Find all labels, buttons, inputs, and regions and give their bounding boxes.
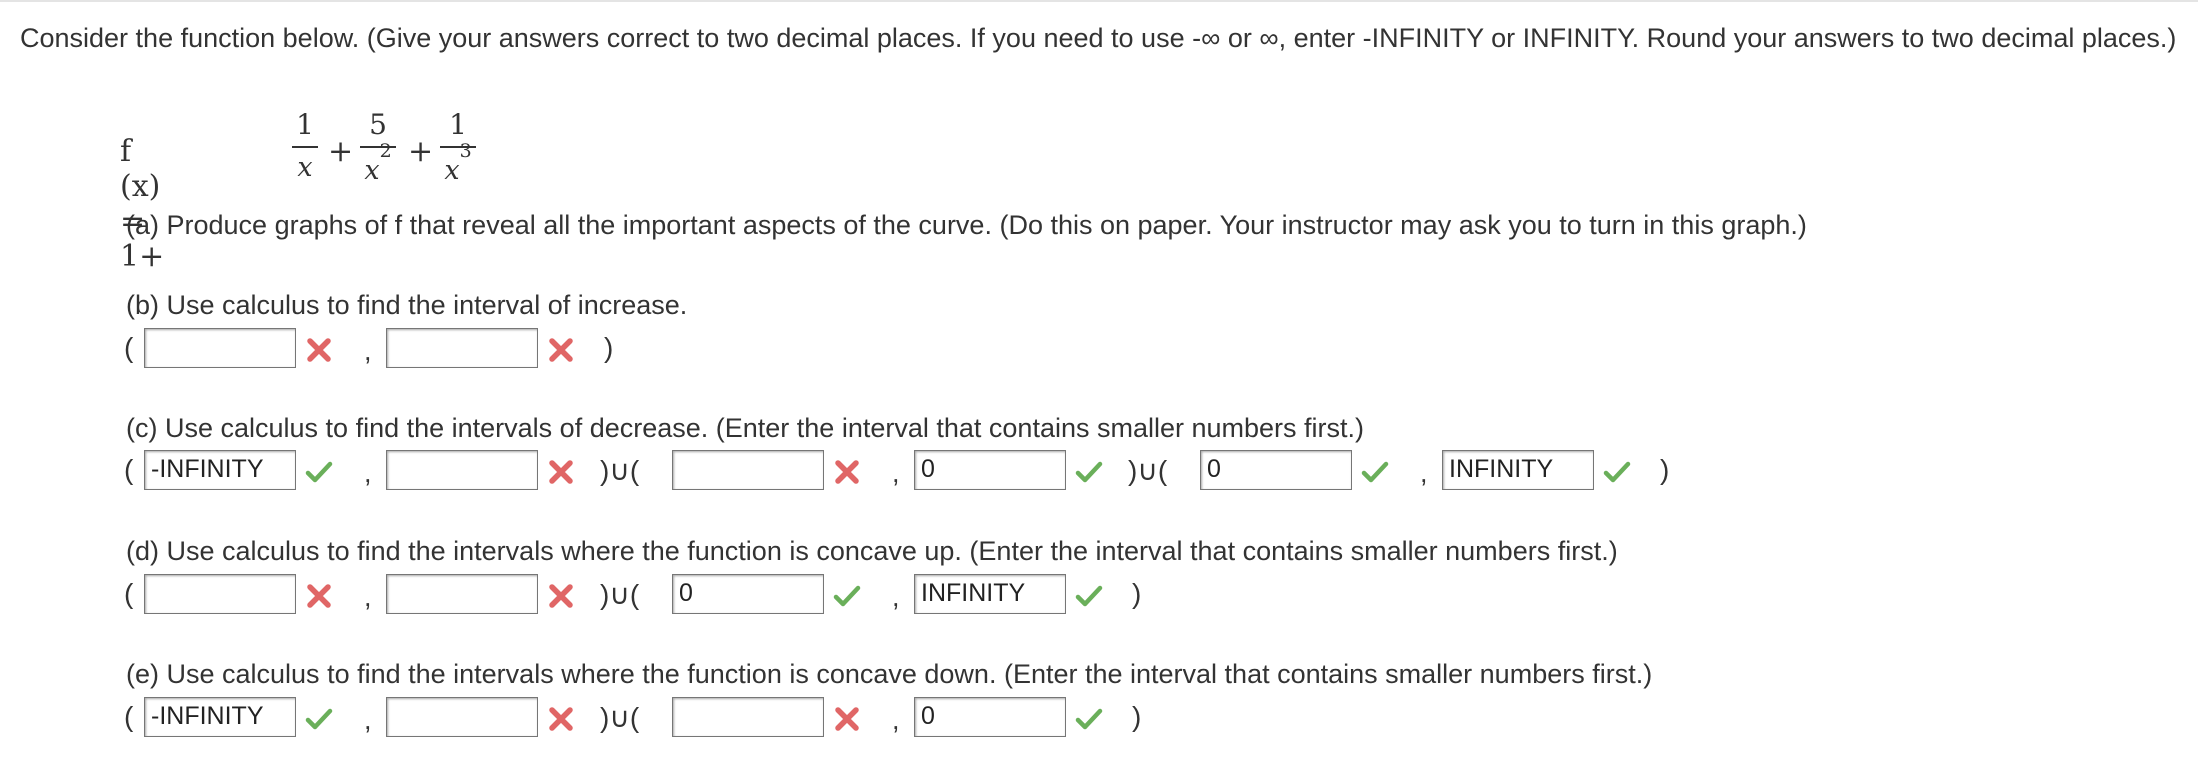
check-icon: [1075, 585, 1103, 607]
question-e: (e) Use calculus to find the intervals w…: [126, 659, 1653, 689]
instructions-text: Consider the function below. (Give your …: [20, 23, 2177, 53]
close-paren: ): [604, 332, 614, 363]
formula-lhs: f (x) = 1+: [120, 134, 165, 274]
answer-input[interactable]: [386, 697, 538, 737]
exponent: 2: [379, 140, 392, 162]
base: x: [444, 155, 460, 186]
answer-input[interactable]: [386, 574, 538, 614]
answer-input[interactable]: [386, 450, 538, 490]
open-paren: (: [124, 454, 134, 485]
check-icon: [1361, 461, 1389, 483]
cross-icon: [307, 338, 331, 362]
answer-input[interactable]: 0: [914, 697, 1066, 737]
cross-icon: [549, 707, 573, 731]
cross-icon: [549, 460, 573, 484]
comma: ,: [364, 336, 372, 366]
check-icon: [305, 708, 333, 730]
answer-input[interactable]: -INFINITY: [144, 450, 296, 490]
answer-input[interactable]: 0: [672, 574, 824, 614]
close-paren: ): [1132, 701, 1142, 732]
check-icon: [1075, 708, 1103, 730]
cross-icon: [549, 584, 573, 608]
numerator: 1: [296, 108, 314, 141]
numerator: 1: [449, 108, 467, 141]
question-d: (d) Use calculus to find the intervals w…: [126, 536, 1618, 566]
exponent: 3: [459, 140, 472, 162]
answer-input[interactable]: [672, 697, 824, 737]
union-separator: )∪(: [600, 702, 640, 733]
answer-input[interactable]: [144, 574, 296, 614]
open-paren: (: [124, 332, 134, 363]
answer-input[interactable]: 0: [914, 450, 1066, 490]
answer-input[interactable]: 0: [1200, 450, 1352, 490]
check-icon: [1075, 461, 1103, 483]
top-divider: [0, 0, 2198, 2]
cross-icon: [307, 584, 331, 608]
close-paren: ): [1132, 578, 1142, 609]
comma: ,: [892, 705, 900, 735]
answer-input[interactable]: INFINITY: [914, 574, 1066, 614]
denominator: x2: [360, 140, 396, 186]
cross-icon: [549, 338, 573, 362]
union-separator: )∪(: [600, 579, 640, 610]
cross-icon: [835, 460, 859, 484]
comma: ,: [364, 458, 372, 488]
answer-input[interactable]: -INFINITY: [144, 697, 296, 737]
question-c: (c) Use calculus to find the intervals o…: [126, 413, 1365, 443]
check-icon: [1603, 461, 1631, 483]
open-paren: (: [124, 701, 134, 732]
open-paren: (: [124, 578, 134, 609]
comma: ,: [1420, 458, 1428, 488]
denominator: x3: [440, 140, 476, 186]
answer-input[interactable]: [672, 450, 824, 490]
check-icon: [305, 461, 333, 483]
base: x: [364, 155, 380, 186]
plus-sign: +: [408, 134, 434, 169]
question-b: (b) Use calculus to find the interval of…: [126, 290, 688, 320]
plus-sign: +: [328, 134, 354, 169]
question-a: (a) Produce graphs of f that reveal all …: [126, 210, 1807, 240]
comma: ,: [892, 582, 900, 612]
comma: ,: [892, 458, 900, 488]
numerator: 5: [369, 108, 387, 141]
comma: ,: [364, 582, 372, 612]
comma: ,: [364, 705, 372, 735]
answer-input[interactable]: [386, 328, 538, 368]
fraction-bar: [292, 146, 318, 148]
answer-input[interactable]: INFINITY: [1442, 450, 1594, 490]
union-separator: )∪(: [1128, 455, 1168, 486]
answer-input[interactable]: [144, 328, 296, 368]
union-separator: )∪(: [600, 455, 640, 486]
denominator: x: [297, 152, 313, 183]
close-paren: ): [1660, 454, 1670, 485]
cross-icon: [835, 707, 859, 731]
check-icon: [833, 585, 861, 607]
